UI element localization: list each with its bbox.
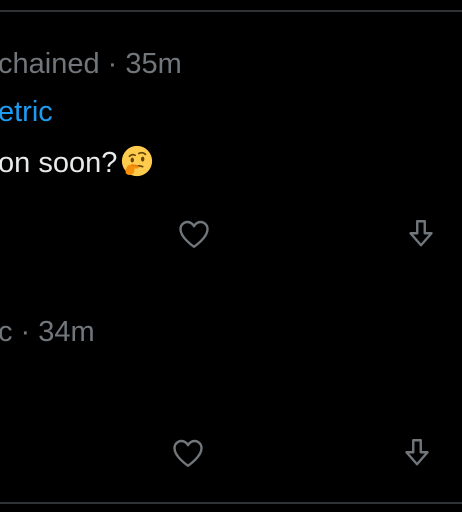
heart-icon xyxy=(173,439,203,467)
share-button[interactable] xyxy=(401,214,441,254)
thinking-face-emoji xyxy=(122,145,153,177)
post-meta: c · 34m xyxy=(0,316,95,348)
post-meta: chained · 35m xyxy=(0,48,182,80)
share-down-arrow-icon xyxy=(409,220,433,247)
mention-link[interactable]: etric xyxy=(0,98,53,127)
top-divider xyxy=(0,10,462,12)
post-body-text: on soon? xyxy=(0,146,118,179)
share-button[interactable] xyxy=(397,433,437,473)
share-down-arrow-icon xyxy=(405,439,429,466)
like-button[interactable] xyxy=(174,214,214,254)
like-button[interactable] xyxy=(168,433,208,473)
post-body: on soon? xyxy=(0,145,154,180)
bottom-divider xyxy=(0,502,462,504)
heart-icon xyxy=(179,220,209,248)
